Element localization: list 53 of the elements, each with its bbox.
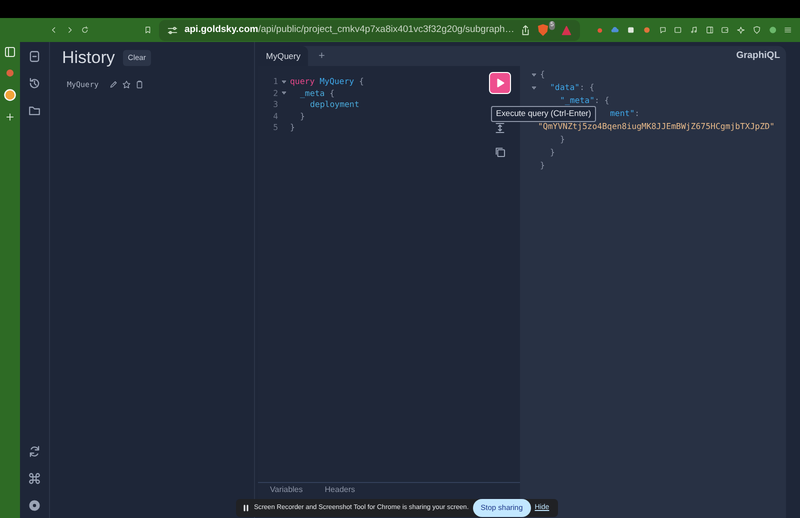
command-icon[interactable] [28, 472, 41, 485]
code-line: _meta { [300, 88, 335, 99]
app-brand: GraphiQL [736, 48, 781, 63]
add-tab-button[interactable]: + [314, 48, 329, 64]
star-icon[interactable] [122, 80, 131, 90]
code-line: "_meta": { [560, 94, 610, 107]
line-number: 3 [272, 99, 279, 110]
sparkle-icon[interactable] [737, 24, 745, 36]
code-line: } [300, 110, 305, 122]
trash-icon[interactable] [134, 80, 144, 90]
code-line: } [550, 146, 555, 159]
share-icon[interactable] [520, 24, 532, 36]
sidebar-icon[interactable] [706, 24, 714, 36]
document-icon[interactable] [28, 50, 41, 63]
music-icon[interactable] [690, 24, 698, 36]
play-icon [494, 77, 506, 89]
panel-title: History [62, 47, 115, 70]
fold-icon[interactable] [531, 84, 537, 90]
code-line: } [560, 133, 565, 146]
code-line: "QmYVNZtj5zo4Bqen8iugMK8JJEmBWjZ675HCgmjbTXJpZD" [538, 120, 775, 133]
app-icon[interactable] [3, 88, 17, 102]
history-icon[interactable] [28, 77, 41, 90]
copy-icon[interactable] [494, 146, 506, 158]
code-line: deployment [310, 99, 360, 110]
url-text: api.goldsky.com/api/public/project_cmkv4p7xa8ix401vc3f32g20g/subgraph… [184, 22, 514, 37]
bottom-tab[interactable]: Headers [324, 485, 356, 495]
bottom-tab[interactable]: Variables [270, 485, 303, 495]
shield-outline-icon[interactable] [752, 24, 761, 36]
line-number: 2 [272, 88, 279, 99]
code-line: } [540, 159, 545, 172]
code-line: query MyQuery { [290, 76, 364, 88]
prettify-icon[interactable] [494, 122, 506, 134]
line-number: 4 [272, 110, 279, 122]
bookmark-icon[interactable] [144, 24, 152, 36]
edit-icon[interactable] [108, 80, 118, 90]
code-line: ment": [610, 107, 640, 120]
add-icon[interactable] [5, 112, 15, 122]
code-line: { [540, 68, 545, 81]
fold-icon[interactable] [531, 72, 537, 78]
refresh-icon[interactable] [28, 445, 41, 458]
query-tab[interactable]: MyQuery [258, 46, 308, 66]
line-number: 5 [272, 122, 279, 134]
fold-icon[interactable] [281, 90, 287, 96]
site-settings-icon[interactable] [167, 24, 178, 36]
folder-icon[interactable] [28, 104, 41, 117]
line-number: 1 [272, 76, 279, 88]
code-line: "data": { [550, 81, 594, 94]
fold-icon[interactable] [281, 78, 287, 85]
sidebar-toggle-icon[interactable] [4, 46, 16, 58]
tooltip: Execute query (Ctrl-Enter) [491, 106, 596, 122]
code-line: } [290, 122, 295, 134]
run-button[interactable] [489, 72, 511, 94]
pause-icon [242, 504, 250, 512]
